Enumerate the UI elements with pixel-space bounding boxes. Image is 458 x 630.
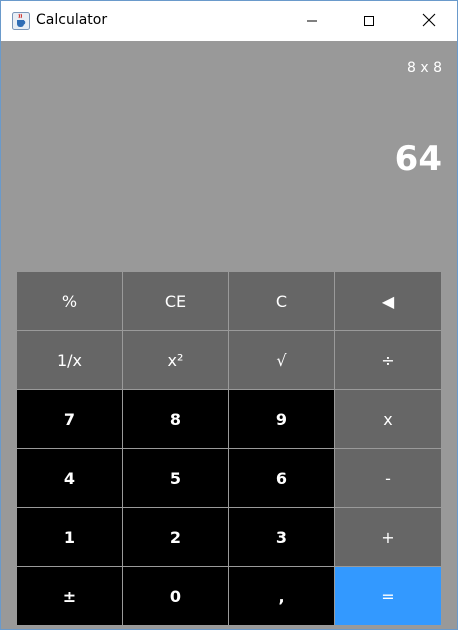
expression-readout: 8 x 8 bbox=[407, 60, 442, 76]
keypad: % CE C ◀ 1/x x² √ ÷ 7 8 9 x 4 5 6 - 1 2 … bbox=[17, 272, 442, 626]
reciprocal-button[interactable]: 1/x bbox=[17, 331, 123, 390]
calculator-display: 8 x 8 64 bbox=[2, 41, 456, 271]
digit-4-button[interactable]: 4 bbox=[17, 449, 123, 508]
calculator-window: Calculator 8 x 8 64 % CE C ◀ 1/x x² √ ÷ … bbox=[0, 0, 458, 630]
digit-2-button[interactable]: 2 bbox=[123, 508, 229, 567]
maximize-button[interactable] bbox=[346, 1, 392, 41]
close-icon bbox=[422, 12, 436, 31]
digit-7-button[interactable]: 7 bbox=[17, 390, 123, 449]
multiply-button[interactable]: x bbox=[335, 390, 442, 449]
decimal-separator-button[interactable]: , bbox=[229, 567, 335, 626]
digit-3-button[interactable]: 3 bbox=[229, 508, 335, 567]
digit-5-button[interactable]: 5 bbox=[123, 449, 229, 508]
result-readout: 64 bbox=[394, 139, 442, 179]
java-cup-icon bbox=[12, 12, 30, 30]
digit-8-button[interactable]: 8 bbox=[123, 390, 229, 449]
digit-6-button[interactable]: 6 bbox=[229, 449, 335, 508]
equals-button[interactable]: = bbox=[335, 567, 442, 626]
title-bar[interactable]: Calculator bbox=[1, 1, 457, 41]
percent-button[interactable]: % bbox=[17, 272, 123, 331]
maximize-icon bbox=[363, 12, 375, 31]
subtract-button[interactable]: - bbox=[335, 449, 442, 508]
backspace-button[interactable]: ◀ bbox=[335, 272, 442, 331]
minimize-button[interactable] bbox=[289, 1, 335, 41]
clear-button[interactable]: C bbox=[229, 272, 335, 331]
negate-button[interactable]: ± bbox=[17, 567, 123, 626]
square-root-button[interactable]: √ bbox=[229, 331, 335, 390]
divide-button[interactable]: ÷ bbox=[335, 331, 442, 390]
add-button[interactable]: + bbox=[335, 508, 442, 567]
digit-1-button[interactable]: 1 bbox=[17, 508, 123, 567]
digit-0-button[interactable]: 0 bbox=[123, 567, 229, 626]
minimize-icon bbox=[306, 12, 318, 31]
clear-entry-button[interactable]: CE bbox=[123, 272, 229, 331]
window-title: Calculator bbox=[36, 12, 108, 28]
close-button[interactable] bbox=[406, 1, 452, 41]
digit-9-button[interactable]: 9 bbox=[229, 390, 335, 449]
square-button[interactable]: x² bbox=[123, 331, 229, 390]
